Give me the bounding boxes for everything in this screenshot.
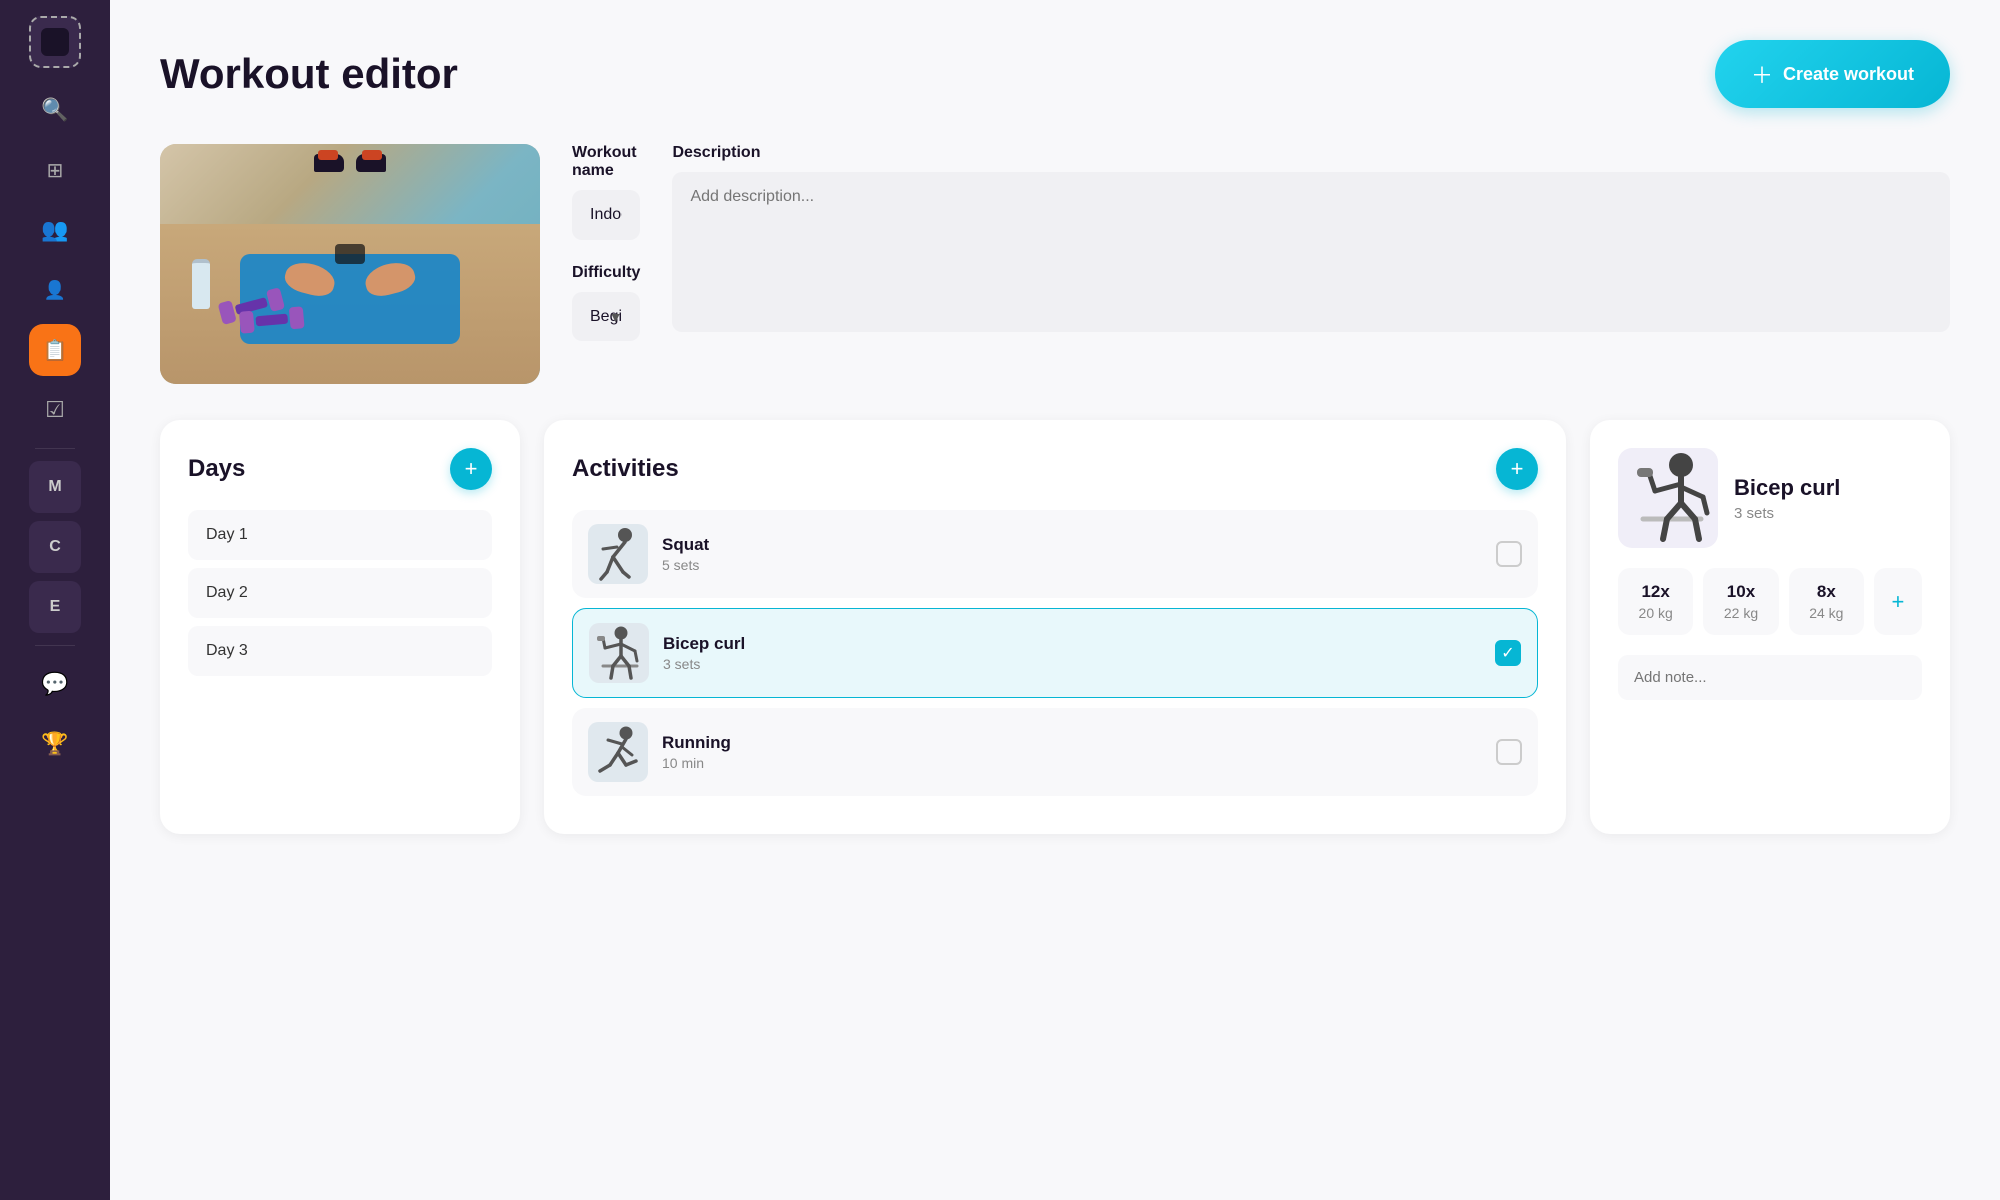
add-set-button[interactable]: + xyxy=(1874,568,1922,635)
panels-row: Days + Day 1 Day 2 Day 3 Activities + xyxy=(160,420,1950,834)
bicep-curl-name: Bicep curl xyxy=(663,634,1481,654)
sidebar-item-workout[interactable]: 📋 xyxy=(29,324,81,376)
members-icon: 👤 xyxy=(44,280,66,301)
detail-sets-count: 3 sets xyxy=(1734,505,1840,522)
days-panel-title: Days xyxy=(188,455,245,483)
plus-icon: + xyxy=(1511,456,1524,482)
bicep-curl-info: Bicep curl 3 sets xyxy=(663,634,1481,672)
set-weight-1: 20 kg xyxy=(1630,605,1681,621)
sidebar-divider-1 xyxy=(35,448,75,449)
squat-name: Squat xyxy=(662,535,1482,555)
top-form: Workout name Difficulty Beginner Interme… xyxy=(160,144,1950,384)
set-reps-2: 10x xyxy=(1715,582,1766,602)
set-weight-3: 24 kg xyxy=(1801,605,1852,621)
sidebar: 🔍 ⊞ 👥 👤 📋 ☑ M C E 💬 🏆 xyxy=(0,0,110,1200)
create-workout-label: Create workout xyxy=(1783,64,1914,85)
sidebar-item-e[interactable]: E xyxy=(29,581,81,633)
set-card-3: 8x 24 kg xyxy=(1789,568,1864,635)
create-workout-button[interactable]: ＋ Create workout xyxy=(1715,40,1950,108)
description-label: Description xyxy=(672,144,1950,162)
bicep-curl-checkbox[interactable]: ✓ xyxy=(1495,640,1521,666)
sets-row: 12x 20 kg 10x 22 kg 8x 24 kg + xyxy=(1618,568,1922,635)
running-meta: 10 min xyxy=(662,755,1482,771)
squat-meta: 5 sets xyxy=(662,557,1482,573)
running-name: Running xyxy=(662,733,1482,753)
e-label: E xyxy=(50,598,61,616)
sidebar-item-chat[interactable]: 💬 xyxy=(29,658,81,710)
search-icon: 🔍 xyxy=(41,97,68,123)
set-card-2: 10x 22 kg xyxy=(1703,568,1778,635)
activities-panel-header: Activities + xyxy=(572,448,1538,490)
c-label: C xyxy=(49,538,61,556)
users-icon: 👥 xyxy=(41,217,68,243)
sidebar-item-dashboard[interactable]: ⊞ xyxy=(29,144,81,196)
workout-name-input[interactable] xyxy=(572,190,640,240)
running-avatar xyxy=(588,722,648,782)
difficulty-group: Difficulty Beginner Intermediate Advance… xyxy=(572,264,640,341)
plus-icon: ＋ xyxy=(1751,58,1773,90)
activities-panel-title: Activities xyxy=(572,455,679,483)
days-panel-header: Days + xyxy=(188,448,492,490)
set-card-1: 12x 20 kg xyxy=(1618,568,1693,635)
workout-image xyxy=(160,144,540,384)
days-panel: Days + Day 1 Day 2 Day 3 xyxy=(160,420,520,834)
description-area: Description xyxy=(672,144,1950,337)
sidebar-item-users[interactable]: 👥 xyxy=(29,204,81,256)
activity-bicep-curl[interactable]: Bicep curl 3 sets ✓ xyxy=(572,608,1538,698)
note-input[interactable] xyxy=(1618,655,1922,700)
bicep-curl-meta: 3 sets xyxy=(663,656,1481,672)
plus-icon: + xyxy=(1892,589,1905,615)
detail-header: Bicep curl 3 sets xyxy=(1618,448,1922,548)
page-title: Workout editor xyxy=(160,50,458,98)
dashboard-icon: ⊞ xyxy=(47,158,64,183)
activities-panel: Activities + xyxy=(544,420,1566,834)
detail-avatar xyxy=(1618,448,1718,548)
detail-panel: Bicep curl 3 sets 12x 20 kg 10x 22 kg 8x… xyxy=(1590,420,1950,834)
workout-name-label: Workout name xyxy=(572,144,640,180)
sidebar-item-search[interactable]: 🔍 xyxy=(29,84,81,136)
days-list: Day 1 Day 2 Day 3 xyxy=(188,510,492,676)
m-label: M xyxy=(48,478,61,496)
bicep-curl-avatar xyxy=(589,623,649,683)
detail-exercise-name: Bicep curl xyxy=(1734,475,1840,501)
running-info: Running 10 min xyxy=(662,733,1482,771)
form-fields: Workout name Difficulty Beginner Interme… xyxy=(572,144,640,365)
sidebar-item-c[interactable]: C xyxy=(29,521,81,573)
trophy-icon: 🏆 xyxy=(41,731,68,757)
description-input[interactable] xyxy=(672,172,1950,332)
difficulty-select-wrapper: Beginner Intermediate Advanced ▼ xyxy=(572,292,640,341)
squat-info: Squat 5 sets xyxy=(662,535,1482,573)
squat-avatar xyxy=(588,524,648,584)
squat-checkbox[interactable] xyxy=(1496,541,1522,567)
add-day-button[interactable]: + xyxy=(450,448,492,490)
activity-squat[interactable]: Squat 5 sets xyxy=(572,510,1538,598)
set-reps-3: 8x xyxy=(1801,582,1852,602)
workout-name-group: Workout name xyxy=(572,144,640,240)
difficulty-label: Difficulty xyxy=(572,264,640,282)
sidebar-item-m[interactable]: M xyxy=(29,461,81,513)
list-item[interactable]: Day 3 xyxy=(188,626,492,676)
main-content: Workout editor ＋ Create workout xyxy=(110,0,2000,1200)
plus-icon: + xyxy=(465,456,478,482)
chat-icon: 💬 xyxy=(41,671,68,697)
add-activity-button[interactable]: + xyxy=(1496,448,1538,490)
checklist-icon: ☑ xyxy=(45,397,65,423)
set-reps-1: 12x xyxy=(1630,582,1681,602)
running-checkbox[interactable] xyxy=(1496,739,1522,765)
sidebar-item-checklist[interactable]: ☑ xyxy=(29,384,81,436)
sidebar-item-trophy[interactable]: 🏆 xyxy=(29,718,81,770)
difficulty-select[interactable]: Beginner Intermediate Advanced xyxy=(572,292,640,341)
list-item[interactable]: Day 1 xyxy=(188,510,492,560)
set-weight-2: 22 kg xyxy=(1715,605,1766,621)
list-item[interactable]: Day 2 xyxy=(188,568,492,618)
workout-icon: 📋 xyxy=(43,338,68,363)
sidebar-divider-2 xyxy=(35,645,75,646)
activity-running[interactable]: Running 10 min xyxy=(572,708,1538,796)
detail-info: Bicep curl 3 sets xyxy=(1734,475,1840,522)
sidebar-item-members[interactable]: 👤 xyxy=(29,264,81,316)
logo[interactable] xyxy=(29,16,81,68)
header: Workout editor ＋ Create workout xyxy=(160,40,1950,108)
